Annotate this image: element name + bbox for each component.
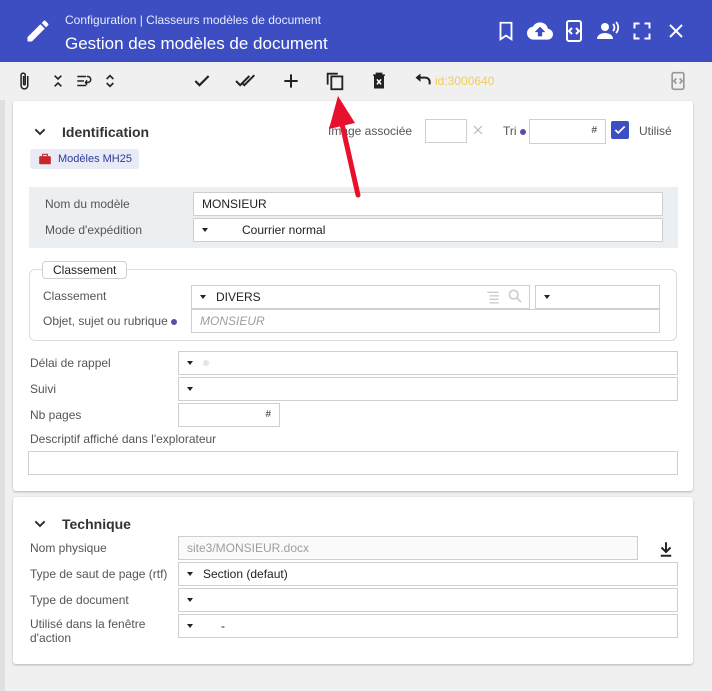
- section-title-identification: Identification: [62, 124, 150, 140]
- tree-list-icon[interactable]: [486, 290, 500, 304]
- background-window-edge: [0, 100, 5, 691]
- cloud-upload-icon[interactable]: [526, 17, 554, 45]
- utilise-checkbox[interactable]: [611, 121, 629, 139]
- tri-label: Tri: [503, 124, 526, 138]
- saut-label: Type de saut de page (rtf): [30, 567, 168, 581]
- search-icon[interactable]: [507, 288, 523, 304]
- nom-physique-label: Nom physique: [30, 541, 107, 555]
- classement-select[interactable]: DIVERS: [191, 285, 530, 309]
- close-icon[interactable]: [662, 17, 690, 45]
- edit-icon: [24, 17, 52, 45]
- help-icon: [170, 318, 177, 325]
- code-braces-icon[interactable]: [560, 17, 588, 45]
- paperclip-icon[interactable]: [10, 68, 38, 94]
- check-icon[interactable]: [188, 68, 216, 94]
- type-doc-select[interactable]: [178, 588, 678, 612]
- record-id: id:3000640: [435, 74, 495, 88]
- dropdown-caret-icon: [187, 598, 193, 602]
- voice-icon[interactable]: [594, 17, 622, 45]
- annotation-arrow: [325, 92, 375, 202]
- utilise-fenetre-label: Utilisé dans la fenêtre d'action: [30, 617, 146, 645]
- collapse-all-icon[interactable]: [44, 68, 72, 94]
- objet-label: Objet, sujet ou rubrique: [43, 314, 177, 328]
- badge-label: Modèles MH25: [58, 153, 132, 165]
- dropdown-caret-icon: [187, 624, 193, 628]
- suivi-label: Suivi: [30, 382, 57, 396]
- add-icon[interactable]: [277, 68, 305, 94]
- double-check-icon[interactable]: [232, 68, 260, 94]
- bookmark-icon[interactable]: [492, 17, 520, 45]
- image-field[interactable]: [425, 119, 467, 143]
- saut-select[interactable]: Section (defaut): [178, 562, 678, 586]
- utilise-fenetre-select[interactable]: -: [178, 614, 678, 638]
- dropdown-caret-icon: [187, 572, 193, 576]
- type-doc-label: Type de document: [30, 593, 129, 607]
- nbpages-label: Nb pages: [30, 408, 82, 422]
- dropdown-caret-icon: [544, 295, 550, 299]
- tri-field[interactable]: #: [529, 119, 606, 144]
- dropdown-caret-icon: [202, 228, 208, 232]
- utilise-label: Utilisé: [639, 124, 672, 138]
- wrap-text-icon[interactable]: [70, 68, 98, 94]
- nom-physique-input: site3/MONSIEUR.docx: [178, 536, 638, 560]
- nbpages-input[interactable]: #: [178, 403, 280, 427]
- duplicate-icon[interactable]: [321, 68, 349, 94]
- clear-icon[interactable]: [472, 124, 486, 138]
- descriptif-input[interactable]: [28, 451, 678, 475]
- status-badge: Modèles MH25: [30, 149, 139, 169]
- page-title: Gestion des modèles de document: [65, 34, 328, 53]
- section-title-technique: Technique: [62, 516, 131, 532]
- suivi-select[interactable]: [178, 377, 678, 401]
- chevron-down-icon[interactable]: [32, 516, 48, 532]
- classement-label: Classement: [43, 289, 107, 303]
- delai-select[interactable]: [178, 351, 678, 375]
- classement-secondary-select[interactable]: [535, 285, 660, 309]
- dropdown-caret-icon: [187, 361, 193, 365]
- help-icon: [519, 128, 526, 135]
- undo-icon[interactable]: [409, 68, 437, 94]
- expand-all-icon[interactable]: [96, 68, 124, 94]
- dropdown-caret-icon: [200, 295, 206, 299]
- breadcrumb: Configuration | Classeurs modèles de doc…: [65, 13, 321, 27]
- nom-modele-input[interactable]: MONSIEUR: [193, 192, 663, 216]
- objet-input[interactable]: MONSIEUR: [191, 309, 660, 333]
- chevron-down-icon[interactable]: [32, 124, 48, 140]
- mode-expedition-select[interactable]: Courrier normal: [193, 218, 663, 242]
- briefcase-icon: [38, 152, 52, 166]
- status-dot: [203, 360, 209, 366]
- download-icon[interactable]: [657, 540, 675, 558]
- mode-expedition-label: Mode d'expédition: [45, 223, 143, 237]
- dropdown-caret-icon: [187, 387, 193, 391]
- delai-label: Délai de rappel: [30, 356, 111, 370]
- nom-modele-label: Nom du modèle: [45, 197, 130, 211]
- code-braces-icon[interactable]: [664, 68, 692, 94]
- classement-group-title: Classement: [42, 261, 128, 279]
- delete-icon[interactable]: [365, 68, 393, 94]
- fullscreen-icon[interactable]: [628, 17, 656, 45]
- descriptif-label: Descriptif affiché dans l'explorateur: [30, 432, 217, 446]
